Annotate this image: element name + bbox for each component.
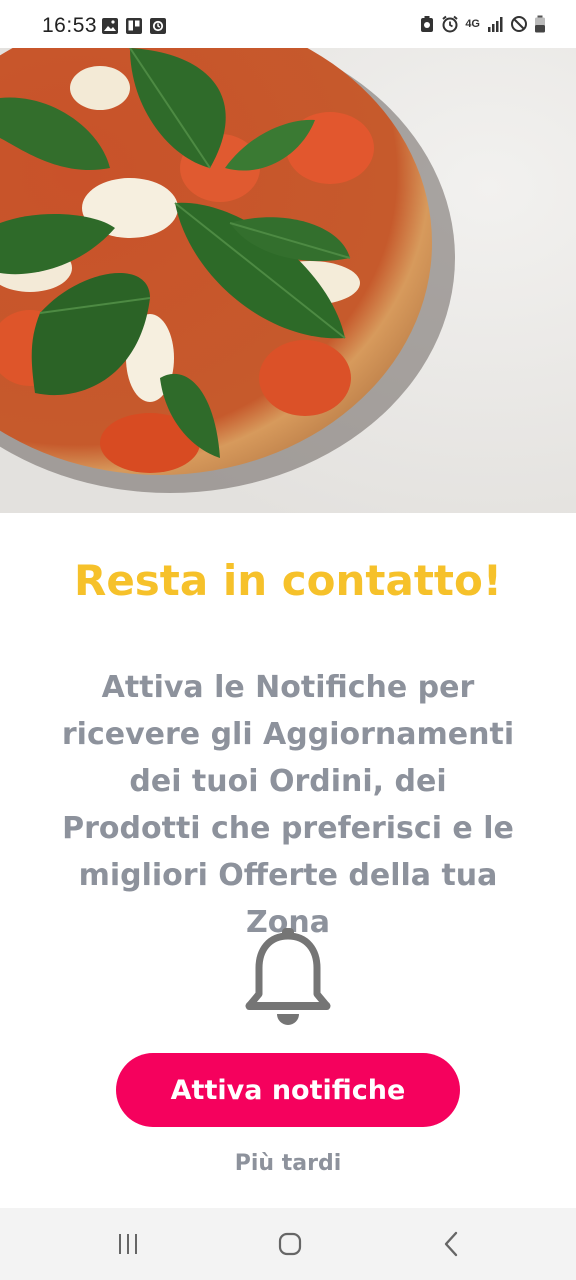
signal-icon bbox=[488, 17, 503, 32]
notification-permission-screen: 16:53 4G Resta in contatto! Attiva le No… bbox=[0, 0, 576, 1280]
gallery-icon bbox=[102, 18, 118, 34]
do-not-disturb-icon bbox=[511, 16, 527, 32]
system-navigation-bar bbox=[0, 1208, 576, 1280]
bell-icon bbox=[245, 928, 331, 1025]
system-status-icons: 4G bbox=[419, 15, 546, 33]
network-type-label: 4G bbox=[465, 17, 480, 30]
recent-apps-button[interactable] bbox=[108, 1228, 148, 1260]
later-button[interactable]: Più tardi bbox=[188, 1147, 388, 1179]
back-icon bbox=[444, 1231, 458, 1257]
home-button[interactable] bbox=[270, 1228, 310, 1260]
status-bar: 16:53 4G bbox=[0, 0, 576, 48]
enable-notifications-button[interactable]: Attiva notifiche bbox=[116, 1053, 460, 1127]
alarm-icon bbox=[442, 15, 458, 33]
app-notification-icon bbox=[150, 18, 166, 34]
battery-saver-icon bbox=[421, 16, 434, 32]
home-icon bbox=[278, 1232, 302, 1256]
hero-pizza-image bbox=[0, 48, 576, 513]
notification-icons bbox=[101, 17, 167, 35]
recent-apps-icon bbox=[119, 1234, 137, 1254]
back-button[interactable] bbox=[432, 1228, 472, 1260]
description-text: Attiva le Notifiche per ricevere gli Agg… bbox=[61, 670, 515, 940]
status-time: 16:53 bbox=[42, 14, 98, 37]
trello-icon bbox=[126, 18, 142, 34]
battery-icon bbox=[535, 15, 545, 33]
page-title: Resta in contatto! bbox=[73, 556, 503, 605]
pizza-illustration bbox=[0, 48, 576, 513]
